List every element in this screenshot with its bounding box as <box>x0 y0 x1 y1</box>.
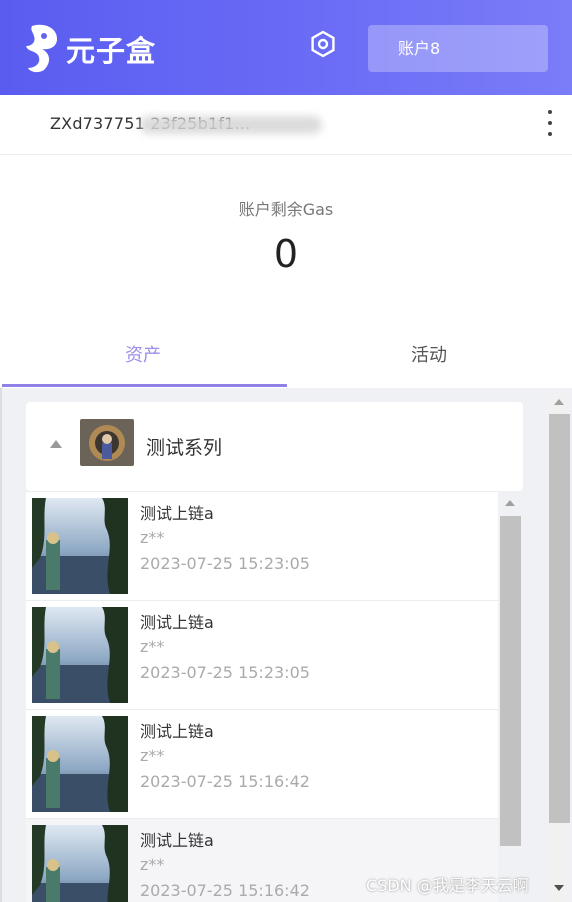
nft-owner: z** <box>140 855 165 874</box>
outer-scroll-up-arrow-icon[interactable] <box>554 399 564 405</box>
nft-title: 测试上链a <box>140 722 214 741</box>
settings-hexagon-icon[interactable] <box>309 30 337 58</box>
nft-list-item[interactable]: 测试上链a z** 2023-07-25 15:23:05 <box>26 600 498 709</box>
logo-mark-icon <box>26 24 58 73</box>
nft-thumbnail <box>32 607 128 703</box>
tab-assets[interactable]: 资产 <box>0 341 286 387</box>
watermark-text: CSDN @我是李天云啊 <box>366 876 529 895</box>
nft-timestamp: 2023-07-25 15:16:42 <box>140 772 310 791</box>
nft-timestamp: 2023-07-25 15:23:05 <box>140 663 310 682</box>
nft-thumbnail <box>32 825 128 902</box>
gas-panel: 账户剩余Gas 0 资产 活动 <box>0 155 572 388</box>
nft-thumbnail <box>32 498 128 594</box>
inner-scroll-up-arrow-icon[interactable] <box>505 500 515 506</box>
caret-up-icon[interactable] <box>50 440 62 448</box>
inner-scrollbar-thumb[interactable] <box>500 516 521 846</box>
nft-timestamp: 2023-07-25 15:23:05 <box>140 554 310 573</box>
nft-list-item[interactable]: 测试上链a z** 2023-07-25 15:23:05 <box>26 491 498 600</box>
nft-owner: z** <box>140 746 165 765</box>
nft-list: 测试上链a z** 2023-07-25 15:23:05 测试上链a z** … <box>26 491 498 902</box>
kebab-menu-icon[interactable] <box>540 106 560 140</box>
outer-scroll-down-arrow-icon[interactable] <box>554 885 564 891</box>
collection-name: 测试系列 <box>146 437 223 459</box>
gas-label: 账户剩余Gas <box>238 200 334 219</box>
collection-thumbnail <box>80 419 134 466</box>
address-redaction <box>140 116 322 134</box>
nft-owner: z** <box>140 528 165 547</box>
nft-title: 测试上链a <box>140 613 214 632</box>
tab-activity[interactable]: 活动 <box>286 341 572 387</box>
outer-scrollbar-thumb[interactable] <box>549 414 570 823</box>
account-switch-button[interactable]: 账户8 <box>368 25 548 72</box>
nft-timestamp: 2023-07-25 15:16:42 <box>140 881 310 900</box>
nft-title: 测试上链a <box>140 504 214 523</box>
nft-title: 测试上链a <box>140 831 214 850</box>
app-header: 元子盒 账户8 <box>0 0 572 95</box>
nft-thumbnail <box>32 716 128 812</box>
collection-card[interactable]: 测试系列 <box>26 402 523 491</box>
nft-owner: z** <box>140 637 165 656</box>
app-logo-text: 元子盒 <box>66 34 157 68</box>
active-tab-indicator <box>2 384 287 387</box>
nft-list-item[interactable]: 测试上链a z** 2023-07-25 15:16:42 <box>26 709 498 818</box>
gas-value: 0 <box>273 232 299 276</box>
